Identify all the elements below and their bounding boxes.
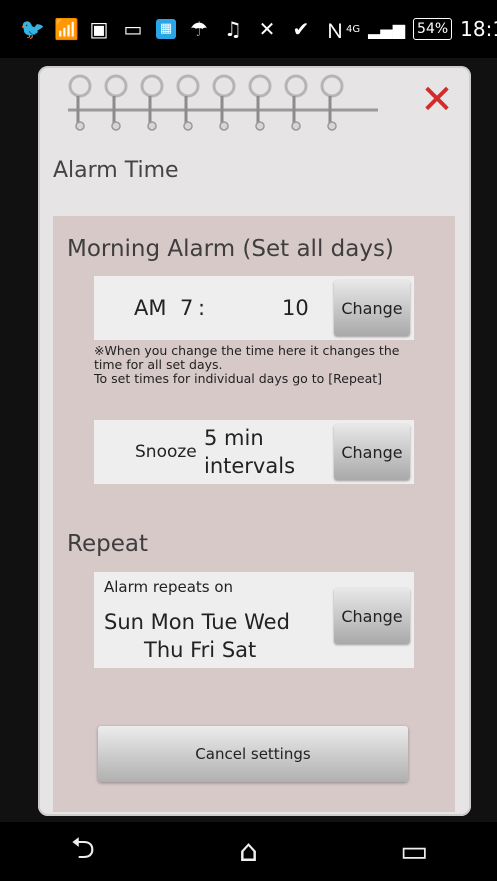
time-note: ※When you change the time here it change… [94,344,424,386]
battery-icon: 54% [413,18,453,40]
bag-icon: ✔ [292,17,310,41]
time-separator: : [198,296,206,320]
morning-alarm-title: Morning Alarm (Set all days) [67,236,394,262]
notebook-spiral [68,74,378,131]
cancel-settings-button[interactable]: Cancel settings [98,726,408,782]
change-repeat-button[interactable]: Change [334,588,410,644]
music-icon: ♫ [224,17,242,41]
signal-icon: ▂▄▆ [368,19,406,39]
notebook-page: ✕ Alarm Time Morning Alarm (Set all days… [38,66,471,816]
change-snooze-button[interactable]: Change [334,424,410,480]
app-area: ✕ Alarm Time Morning Alarm (Set all days… [0,58,497,822]
gallery-icon: ▭ [123,17,143,41]
status-time: 18:16 [460,17,497,41]
cutlery-icon: ✕ [258,17,276,41]
network-label: 4G [346,23,361,35]
snooze-value-line1: 5 min [204,426,264,450]
minute-value: 10 [282,296,309,320]
app-icon: ▣ [89,17,109,41]
snooze-card: Snooze 5 min intervals Change [94,420,414,484]
twitter-icon: 🐦 [20,17,45,41]
time-note-line1: ※When you change the time here it change… [94,343,400,372]
page-title: Alarm Time [53,158,179,183]
repeat-card: Alarm repeats on Sun Mon Tue Wed Thu Fri… [94,572,414,668]
settings-panel: Morning Alarm (Set all days) AM 7 : 10 C… [53,216,455,812]
back-icon[interactable]: ⮌ [53,826,113,877]
weather-icon: ☂ [190,17,208,41]
calendar-icon: ▦ [156,19,176,39]
hour-value: 7 [180,296,194,320]
wifi-icon: 📶 [54,17,79,41]
navigation-bar: ⮌ ⌂ ▭ [0,822,497,881]
recents-icon[interactable]: ▭ [384,834,444,869]
close-icon[interactable]: ✕ [417,80,457,120]
home-icon[interactable]: ⌂ [218,834,278,869]
nfc-icon: Ｎ [325,18,345,43]
repeat-title: Repeat [67,531,148,557]
snooze-label: Snooze [135,442,197,462]
repeat-days-line2: Thu Fri Sat [144,638,257,662]
change-time-button[interactable]: Change [334,280,410,336]
ampm-label: AM [134,296,167,320]
snooze-value-line2: intervals [204,454,296,478]
repeat-label: Alarm repeats on [104,578,234,596]
repeat-days-line1: Sun Mon Tue Wed [104,610,290,634]
morning-time-card: AM 7 : 10 Change [94,276,414,340]
status-bar: 🐦 📶 ▣ ▭ ▦ ☂ ♫ ✕ ✔ Ｎ 4G ▂▄▆ 54% 18:16 [0,0,497,58]
time-note-line2: To set times for individual days go to [… [94,371,383,386]
